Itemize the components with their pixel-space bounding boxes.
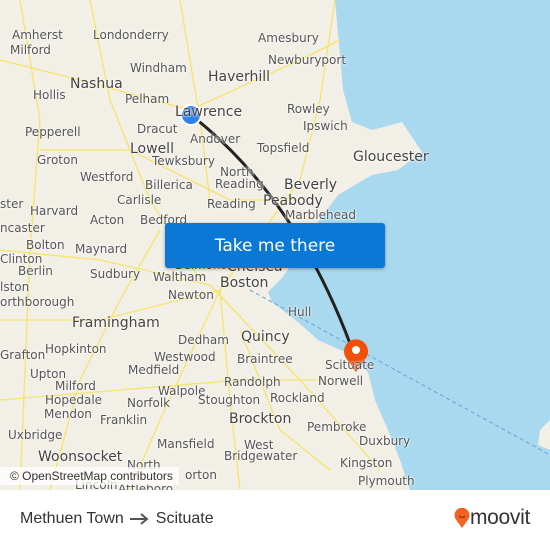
place-label: Milford bbox=[55, 379, 96, 393]
place-label: Amesbury bbox=[258, 31, 319, 45]
place-label: Duxbury bbox=[359, 434, 411, 448]
place-label: Hopedale bbox=[45, 393, 103, 407]
place-label: Londonderry bbox=[93, 28, 169, 42]
place-label: Harvard bbox=[30, 204, 79, 218]
place-label: Topsfield bbox=[257, 141, 310, 155]
place-label: Medfield bbox=[128, 363, 180, 377]
place-label: Reading bbox=[207, 197, 256, 211]
place-label: Bridgewater bbox=[224, 449, 298, 463]
place-label: Hull bbox=[288, 305, 312, 319]
place-label: Nashua bbox=[70, 76, 123, 92]
place-label: Lawrence bbox=[175, 104, 243, 120]
map[interactable]: Amherst Londonderry Amesbury Milford Windham… bbox=[0, 0, 550, 490]
place-label: ncaster bbox=[0, 221, 45, 235]
place-label: Andover bbox=[190, 132, 241, 146]
place-label: Acton bbox=[90, 213, 125, 227]
place-label: Peabody bbox=[263, 193, 323, 209]
origin-name: Methuen Town bbox=[20, 510, 124, 527]
place-label: Hollis bbox=[33, 88, 66, 102]
place-label: Tewksbury bbox=[152, 154, 215, 168]
place-label: Milford bbox=[10, 43, 51, 57]
place-label: Carlisle bbox=[117, 193, 162, 207]
place-label: Rockland bbox=[270, 391, 325, 405]
place-label: Boston bbox=[220, 275, 269, 291]
destination-name: Scituate bbox=[155, 510, 214, 527]
place-label: Billerica bbox=[145, 178, 193, 192]
place-label: Woonsocket bbox=[38, 449, 123, 465]
take-me-there-button[interactable]: Take me there bbox=[165, 223, 385, 268]
place-label: Marblehead bbox=[285, 208, 356, 222]
moovit-wordmark: moovit bbox=[469, 506, 530, 529]
place-label: Uxbridge bbox=[8, 428, 63, 442]
place-label: Newton bbox=[168, 288, 214, 302]
place-label: Amherst bbox=[12, 28, 63, 42]
place-label: Quincy bbox=[241, 329, 290, 345]
place-label: Beverly bbox=[284, 177, 338, 193]
place-label: Windham bbox=[130, 61, 187, 75]
place-label: Westford bbox=[80, 170, 134, 184]
place-label: Haverhill bbox=[208, 69, 271, 85]
place-label: Groton bbox=[37, 153, 78, 167]
place-label: Grafton bbox=[0, 348, 46, 362]
route-summary: Methuen Town Scituate bbox=[20, 510, 214, 528]
attribution[interactable]: © OpenStreetMap contributors bbox=[0, 467, 179, 485]
moovit-pin-icon bbox=[454, 508, 470, 528]
place-label: Ipswich bbox=[303, 119, 348, 133]
place-label: Newburyport bbox=[268, 53, 347, 67]
place-label: Berlin bbox=[18, 264, 53, 278]
place-label: Dracut bbox=[137, 122, 178, 136]
place-label: ster bbox=[0, 197, 24, 211]
place-label: Mansfield bbox=[157, 437, 215, 451]
place-label: Mendon bbox=[44, 407, 92, 421]
place-label: orton bbox=[185, 468, 217, 482]
footer: Methuen Town Scituate moovit bbox=[0, 490, 550, 550]
place-label: Pelham bbox=[125, 92, 170, 106]
place-label: Pepperell bbox=[25, 125, 81, 139]
place-label: Gloucester bbox=[353, 149, 429, 165]
moovit-logo[interactable]: moovit bbox=[454, 506, 530, 530]
place-label: Pembroke bbox=[307, 420, 367, 434]
place-label: lston bbox=[0, 280, 30, 294]
place-label: Kingston bbox=[340, 456, 393, 470]
place-label: Norwell bbox=[318, 374, 364, 388]
place-label: Waltham bbox=[153, 270, 207, 284]
place-label: Dedham bbox=[178, 333, 229, 347]
place-label: Plymouth bbox=[358, 474, 415, 488]
arrow-right-icon bbox=[129, 513, 149, 525]
place-label: Rowley bbox=[287, 102, 330, 116]
place-label: Maynard bbox=[75, 242, 128, 256]
place-label: Scituate bbox=[325, 358, 375, 372]
place-label: Stoughton bbox=[198, 393, 261, 407]
place-label: Framingham bbox=[72, 315, 160, 331]
place-label: Franklin bbox=[100, 413, 148, 427]
place-label: Brockton bbox=[229, 411, 292, 427]
place-label: Randolph bbox=[224, 375, 281, 389]
place-label: Bolton bbox=[26, 238, 65, 252]
place-label: Hopkinton bbox=[45, 342, 107, 356]
place-label: orthborough bbox=[0, 295, 75, 309]
place-label: Sudbury bbox=[90, 267, 141, 281]
place-label: Westwood bbox=[154, 350, 216, 364]
place-label: Reading bbox=[215, 177, 264, 191]
place-label: Braintree bbox=[237, 352, 293, 366]
place-label: Norfolk bbox=[127, 396, 171, 410]
